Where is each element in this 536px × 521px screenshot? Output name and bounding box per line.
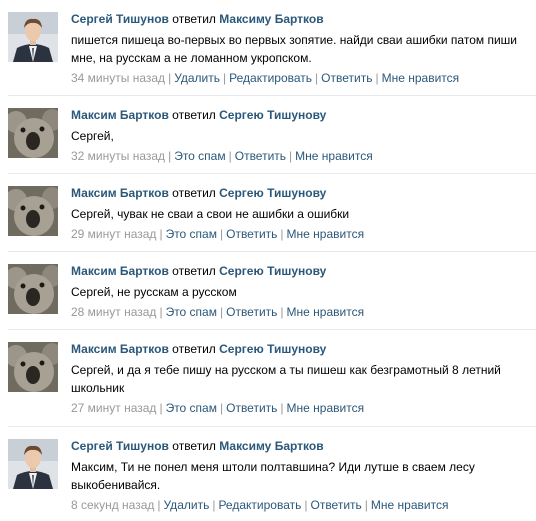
reply-link[interactable]: Ответить xyxy=(310,498,361,512)
comment-timestamp[interactable]: 28 минут назад xyxy=(71,305,156,319)
reply-target-link[interactable]: Сергею Тишунову xyxy=(219,108,326,122)
koala-avatar[interactable] xyxy=(8,186,58,236)
comment-timestamp[interactable]: 29 минут назад xyxy=(71,227,156,241)
reply-link[interactable]: Ответить xyxy=(226,401,277,415)
comment-author-link[interactable]: Максим Бартков xyxy=(71,186,169,200)
comment-text: Максим, Ти не понел меня штоли полтавшин… xyxy=(71,460,475,492)
comment-text: Сергей, не русскам а русском xyxy=(71,285,237,299)
comment-author-link[interactable]: Максим Бартков xyxy=(71,264,169,278)
comment-author-link[interactable]: Сергей Тишунов xyxy=(71,12,169,26)
reply-link[interactable]: Ответить xyxy=(226,227,277,241)
comments-feed: Сергей Тишунов ответил Максиму Бартков п… xyxy=(0,0,536,521)
koala-avatar[interactable] xyxy=(8,264,58,314)
edit-link[interactable]: Редактировать xyxy=(229,71,312,85)
replied-label: ответил xyxy=(172,439,216,453)
reply-target-link[interactable]: Сергею Тишунову xyxy=(219,186,326,200)
comment-item: Максим Бартков ответил Сергею Тишунову С… xyxy=(0,96,536,173)
replied-label: ответил xyxy=(172,12,216,26)
edit-link[interactable]: Редактировать xyxy=(218,498,301,512)
comment-timestamp[interactable]: 34 минуты назад xyxy=(71,71,165,85)
reply-link[interactable]: Ответить xyxy=(226,305,277,319)
comment-item: Сергей Тишунов ответил Максиму Бартков М… xyxy=(0,427,536,521)
like-link[interactable]: Мне нравится xyxy=(371,498,449,512)
comment-text: Сергей, чувак не сваи а свои не ашибки а… xyxy=(71,207,350,221)
like-link[interactable]: Мне нравится xyxy=(295,149,373,163)
comment-author-link[interactable]: Максим Бартков xyxy=(71,108,169,122)
comment-item: Максим Бартков ответил Сергею Тишунову С… xyxy=(0,330,536,426)
delete-link[interactable]: Удалить xyxy=(174,71,220,85)
replied-label: ответил xyxy=(172,342,216,356)
reply-target-link[interactable]: Максиму Бартков xyxy=(219,12,323,26)
spam-link[interactable]: Это спам xyxy=(166,401,217,415)
like-link[interactable]: Мне нравится xyxy=(287,305,365,319)
spam-link[interactable]: Это спам xyxy=(174,149,225,163)
reply-target-link[interactable]: Максиму Бартков xyxy=(219,439,323,453)
like-link[interactable]: Мне нравится xyxy=(382,71,460,85)
comment-author-link[interactable]: Сергей Тишунов xyxy=(71,439,169,453)
reply-target-link[interactable]: Сергею Тишунову xyxy=(219,342,326,356)
comment-timestamp[interactable]: 8 секунд назад xyxy=(71,498,154,512)
replied-label: ответил xyxy=(172,264,216,278)
person-avatar[interactable] xyxy=(8,12,58,62)
like-link[interactable]: Мне нравится xyxy=(287,401,365,415)
comment-item: Сергей Тишунов ответил Максиму Бартков п… xyxy=(0,0,536,95)
reply-link[interactable]: Ответить xyxy=(235,149,286,163)
comment-text: Сергей, и да я тебе пишу на русском а ты… xyxy=(71,363,501,395)
reply-target-link[interactable]: Сергею Тишунову xyxy=(219,264,326,278)
delete-link[interactable]: Удалить xyxy=(164,498,210,512)
comment-timestamp[interactable]: 32 минуты назад xyxy=(71,149,165,163)
spam-link[interactable]: Это спам xyxy=(166,305,217,319)
reply-link[interactable]: Ответить xyxy=(321,71,372,85)
koala-avatar[interactable] xyxy=(8,342,58,392)
comment-item: Максим Бартков ответил Сергею Тишунову С… xyxy=(0,252,536,329)
koala-avatar[interactable] xyxy=(8,108,58,158)
like-link[interactable]: Мне нравится xyxy=(287,227,365,241)
spam-link[interactable]: Это спам xyxy=(166,227,217,241)
replied-label: ответил xyxy=(172,186,216,200)
comment-text: пишется пишеца во-первых во первых зопят… xyxy=(71,33,517,65)
comment-author-link[interactable]: Максим Бартков xyxy=(71,342,169,356)
comment-text: Сергей, xyxy=(71,129,114,143)
replied-label: ответил xyxy=(172,108,216,122)
comment-item: Максим Бартков ответил Сергею Тишунову С… xyxy=(0,174,536,251)
comment-timestamp[interactable]: 27 минут назад xyxy=(71,401,156,415)
person-avatar[interactable] xyxy=(8,439,58,489)
